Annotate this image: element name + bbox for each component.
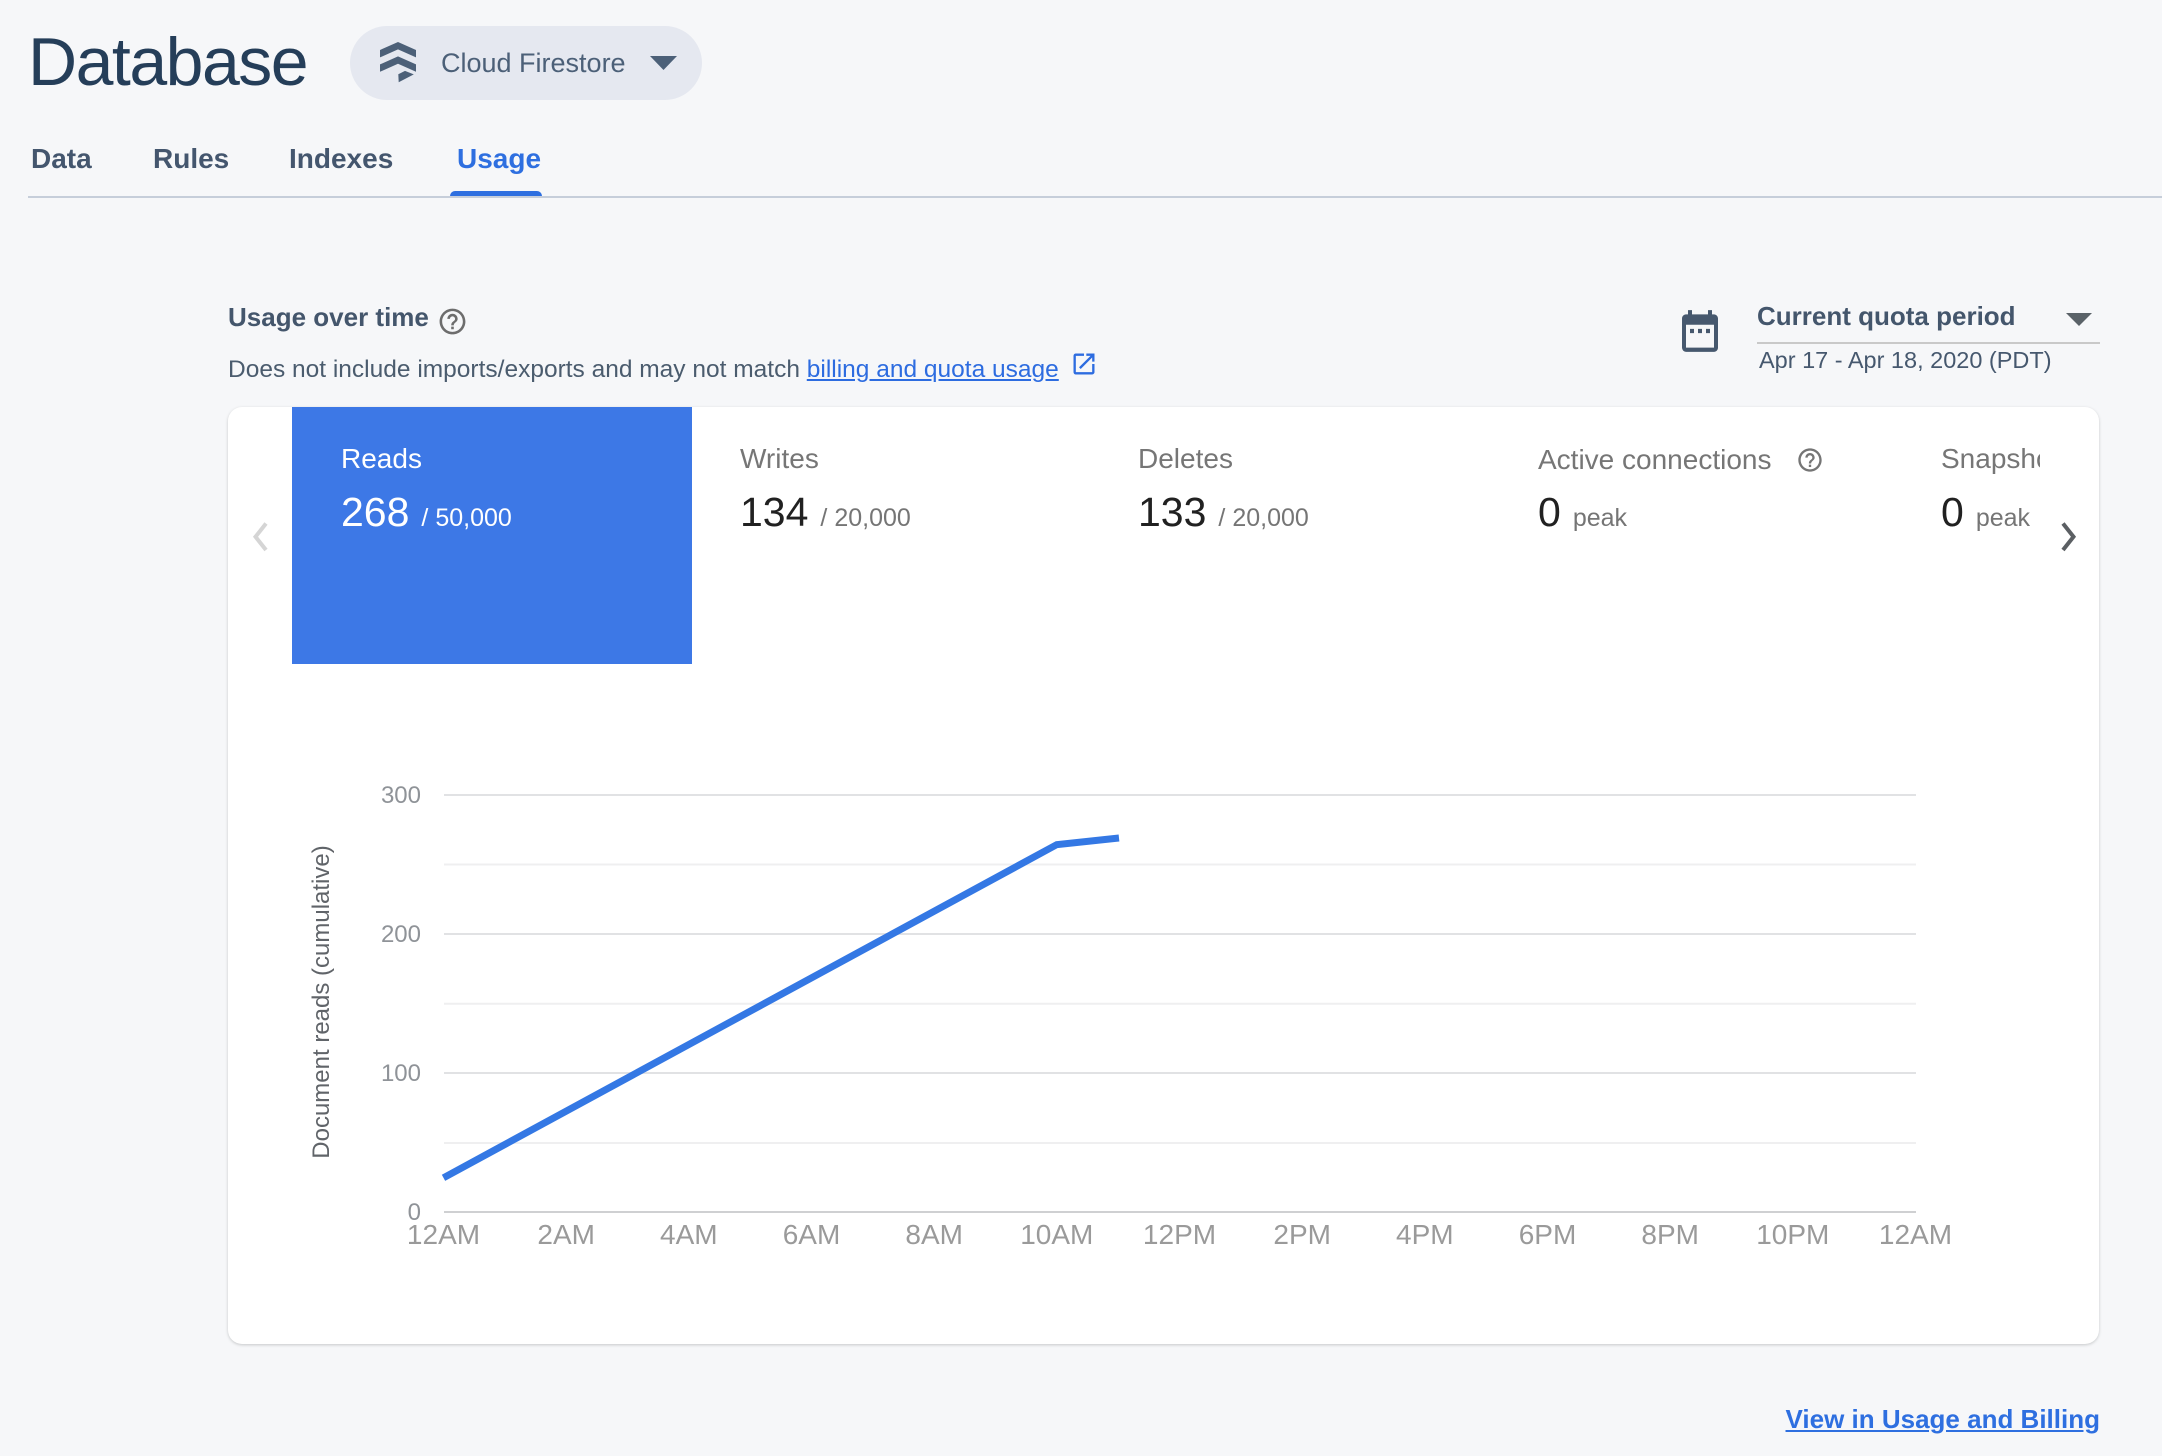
svg-text:4AM: 4AM xyxy=(660,1219,718,1250)
svg-text:8AM: 8AM xyxy=(905,1219,963,1250)
svg-text:12AM: 12AM xyxy=(407,1219,480,1250)
svg-text:6AM: 6AM xyxy=(783,1219,841,1250)
svg-text:10PM: 10PM xyxy=(1756,1219,1829,1250)
svg-text:300: 300 xyxy=(381,782,421,809)
svg-text:4PM: 4PM xyxy=(1396,1219,1454,1250)
svg-text:2AM: 2AM xyxy=(537,1219,595,1250)
svg-text:12PM: 12PM xyxy=(1143,1219,1216,1250)
svg-text:12AM: 12AM xyxy=(1879,1219,1952,1250)
svg-text:10AM: 10AM xyxy=(1020,1219,1093,1250)
svg-text:100: 100 xyxy=(381,1060,421,1087)
svg-text:Document reads (cumulative): Document reads (cumulative) xyxy=(308,845,335,1158)
svg-text:200: 200 xyxy=(381,921,421,948)
svg-text:2PM: 2PM xyxy=(1273,1219,1331,1250)
svg-text:8PM: 8PM xyxy=(1641,1219,1699,1250)
svg-text:6PM: 6PM xyxy=(1519,1219,1577,1250)
